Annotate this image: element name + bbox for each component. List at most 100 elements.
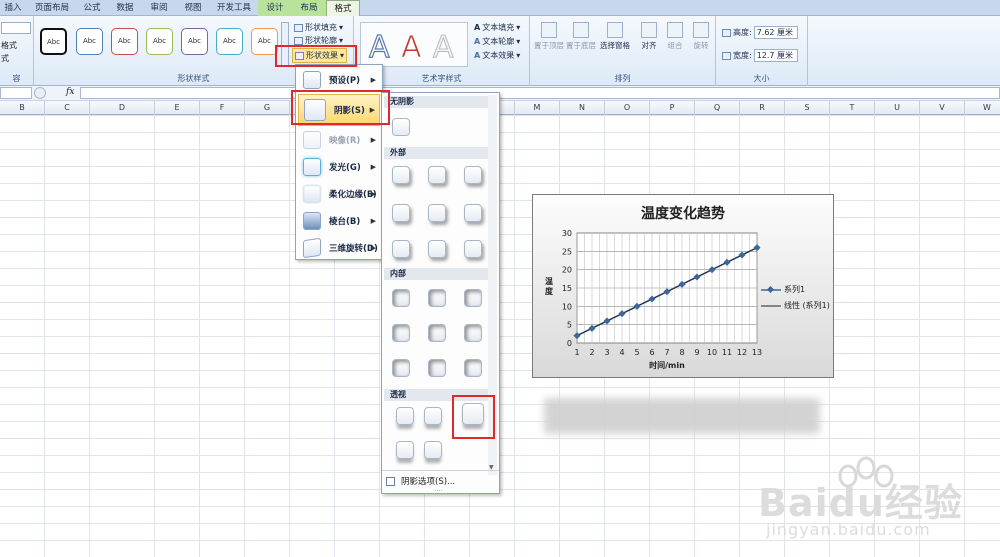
resize-grip-icon[interactable]: ···· <box>434 487 443 495</box>
column-header[interactable]: R <box>740 101 785 115</box>
column-header[interactable]: O <box>605 101 650 115</box>
text-effects-button[interactable]: A 文本效果 ▾ <box>474 50 520 61</box>
column-header[interactable]: G <box>245 101 290 115</box>
shadow-inner-tile[interactable] <box>392 289 410 307</box>
shadow-perspective-tile[interactable] <box>396 441 414 459</box>
shadow-none-tile[interactable] <box>392 118 410 136</box>
ribbon-group-left: 格式 式 容 <box>0 16 34 86</box>
height-input[interactable]: 7.62 厘米 <box>753 26 798 39</box>
shadow-outer-tile[interactable] <box>392 204 410 222</box>
shadow-perspective-tile[interactable] <box>396 407 414 425</box>
shadow-inner-tile[interactable] <box>428 359 446 377</box>
shadow-inner-tile[interactable] <box>392 324 410 342</box>
shadow-outer-tile[interactable] <box>464 204 482 222</box>
shadow-perspective-tile[interactable] <box>424 441 442 459</box>
shadow-inner-tile[interactable] <box>392 359 410 377</box>
column-header[interactable]: M <box>515 101 560 115</box>
bring-front-label: 置于顶层 <box>534 41 564 50</box>
shadow-inner-tile[interactable] <box>464 359 482 377</box>
tab-format[interactable]: 格式 <box>326 0 360 16</box>
column-header[interactable]: U <box>875 101 920 115</box>
send-back-button[interactable]: 置于底层 <box>566 20 596 51</box>
shadow-inner-tile[interactable] <box>428 324 446 342</box>
width-input[interactable]: 12.7 厘米 <box>753 49 798 62</box>
column-header[interactable]: F <box>200 101 245 115</box>
menu-item-soft-edges[interactable]: 柔化边缘(E) ▶ <box>298 181 380 207</box>
bring-front-button[interactable]: 置于顶层 <box>534 20 564 51</box>
style-swatch[interactable]: Abc <box>111 28 138 55</box>
selection-pane-label: 选择窗格 <box>600 41 630 50</box>
shadow-outer-tile[interactable] <box>428 204 446 222</box>
tab-formulas[interactable]: 公式 <box>78 0 106 16</box>
y-tick-label: 0 <box>567 339 572 348</box>
text-fill-button[interactable]: A 文本填充 ▾ <box>474 22 520 33</box>
fx-icon[interactable]: fx <box>66 87 74 97</box>
shadow-outer-tile[interactable] <box>428 240 446 258</box>
style-swatch[interactable]: Abc <box>216 28 243 55</box>
tab-layout[interactable]: 布局 <box>292 0 326 16</box>
menu-item-glow[interactable]: 发光(G) ▶ <box>298 154 380 180</box>
column-header[interactable]: B <box>0 101 45 115</box>
chevron-down-icon: ▾ <box>516 51 521 60</box>
chart[interactable]: 温度变化趋势 0 5 10 15 20 25 30 1 2 3 4 5 6 7 8 9 10 11 12 13 时间/m… <box>532 194 834 378</box>
size-label: 大小 <box>753 74 770 83</box>
selection-pane-button[interactable]: 选择窗格 <box>600 20 630 51</box>
column-header[interactable]: V <box>920 101 965 115</box>
watermark: Baidu经验 jingyan.baidu.com <box>758 446 978 546</box>
column-header[interactable]: W <box>965 101 1000 115</box>
column-header[interactable]: E <box>155 101 200 115</box>
column-header[interactable]: S <box>785 101 830 115</box>
style-swatch[interactable]: Abc <box>40 28 67 55</box>
menu-item-bevel[interactable]: 棱台(B) ▶ <box>298 208 380 234</box>
style-swatch[interactable]: Abc <box>181 28 208 55</box>
legend-trend-label: 线性 (系列1) <box>784 301 830 310</box>
text-effects-label: 文本效果 <box>482 51 515 60</box>
section-inner: 内部 <box>384 268 488 280</box>
bevel-icon <box>303 212 321 230</box>
chevron-down-icon: ▾ <box>339 23 344 32</box>
column-header[interactable]: N <box>560 101 605 115</box>
column-header[interactable]: C <box>45 101 90 115</box>
rotate-button[interactable]: 旋转 <box>686 20 716 51</box>
formula-input[interactable] <box>80 87 1000 99</box>
style-swatch[interactable]: Abc <box>76 28 103 55</box>
style-swatch[interactable]: Abc <box>146 28 173 55</box>
name-box[interactable] <box>0 87 32 99</box>
shadow-inner-tile[interactable] <box>428 289 446 307</box>
rotate-icon <box>693 22 709 38</box>
shadow-options-item[interactable]: 阴影选项(S)... <box>386 475 455 487</box>
shadow-inner-tile[interactable] <box>464 324 482 342</box>
tab-view[interactable]: 视图 <box>178 0 208 16</box>
x-tick-label: 11 <box>722 348 732 357</box>
menu-item-3d-rotation[interactable]: 三维旋转(D) ▶ <box>298 235 380 261</box>
column-header[interactable]: Q <box>695 101 740 115</box>
text-outline-label: 文本轮廓 <box>482 37 515 46</box>
style-swatch[interactable]: Abc <box>251 28 278 55</box>
shadow-outer-tile[interactable] <box>464 240 482 258</box>
tab-developer[interactable]: 开发工具 <box>212 0 256 16</box>
column-header[interactable]: D <box>90 101 155 115</box>
element-selector[interactable] <box>1 22 31 34</box>
x-tick-label: 1 <box>574 348 579 357</box>
shadow-inner-tile[interactable] <box>464 289 482 307</box>
x-tick-label: 12 <box>737 348 747 357</box>
tab-insert[interactable]: 插入 <box>0 0 26 16</box>
column-header[interactable]: P <box>650 101 695 115</box>
tab-review[interactable]: 审阅 <box>144 0 174 16</box>
wordart-gallery[interactable]: A A A <box>360 22 468 67</box>
tab-data[interactable]: 数据 <box>110 0 140 16</box>
shape-fill-button[interactable]: 形状填充 ▾ <box>294 22 343 33</box>
bring-front-icon <box>541 22 557 38</box>
shadow-outer-tile[interactable] <box>392 240 410 258</box>
column-header[interactable]: T <box>830 101 875 115</box>
shadow-outer-tile[interactable] <box>428 166 446 184</box>
preset-icon <box>303 71 321 89</box>
shadow-perspective-tile[interactable] <box>424 407 442 425</box>
tab-page-layout[interactable]: 页面布局 <box>30 0 74 16</box>
left-group-label: 容 <box>12 74 21 83</box>
shadow-outer-tile[interactable] <box>464 166 482 184</box>
shadow-outer-tile[interactable] <box>392 166 410 184</box>
name-box-dropdown[interactable] <box>34 87 46 99</box>
tab-design[interactable]: 设计 <box>258 0 292 16</box>
text-outline-button[interactable]: A 文本轮廓 ▾ <box>474 36 520 47</box>
